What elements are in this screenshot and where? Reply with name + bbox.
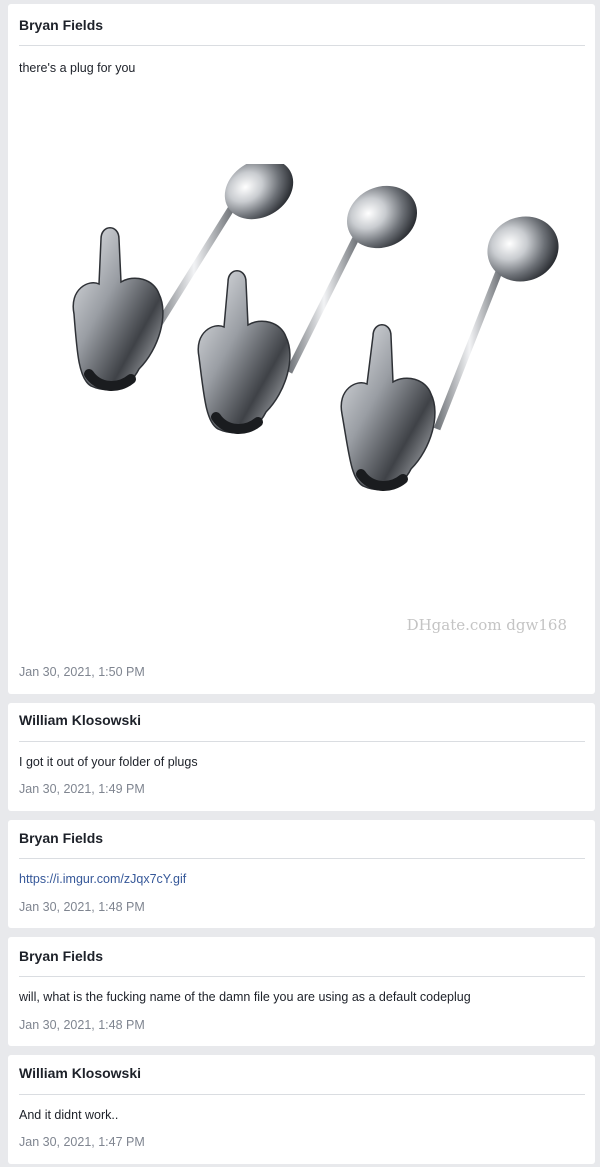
message-card: William Klosowski I got it out of your f… bbox=[8, 703, 595, 811]
image-watermark: DHgate.com dgw168 bbox=[406, 616, 567, 634]
author-name[interactable]: William Klosowski bbox=[19, 712, 141, 728]
message-link[interactable]: https://i.imgur.com/zJqx7cY.gif bbox=[19, 872, 186, 887]
plug-product-photo bbox=[72, 158, 559, 491]
message-text: I got it out of your folder of plugs bbox=[19, 755, 198, 769]
message-text: there's a plug for you bbox=[19, 61, 136, 75]
divider bbox=[19, 858, 585, 859]
divider bbox=[19, 45, 585, 46]
attached-image[interactable]: DHgate.com dgw168 bbox=[19, 158, 585, 634]
message-feed: Bryan Fields there's a plug for you DHga… bbox=[0, 0, 600, 1167]
timestamp: Jan 30, 2021, 1:48 PM bbox=[19, 1018, 145, 1032]
message-card: Bryan Fields https://i.imgur.com/zJqx7cY… bbox=[8, 820, 595, 928]
message-text: And it didnt work.. bbox=[19, 1108, 119, 1122]
plug-3 bbox=[340, 216, 559, 491]
divider bbox=[19, 1094, 585, 1095]
timestamp: Jan 30, 2021, 1:49 PM bbox=[19, 782, 145, 796]
message-card: William Klosowski And it didnt work.. Ja… bbox=[8, 1055, 595, 1164]
author-name[interactable]: William Klosowski bbox=[19, 1065, 141, 1081]
timestamp: Jan 30, 2021, 1:48 PM bbox=[19, 900, 145, 914]
author-name[interactable]: Bryan Fields bbox=[19, 17, 103, 33]
timestamp: Jan 30, 2021, 1:47 PM bbox=[19, 1135, 145, 1149]
author-name[interactable]: Bryan Fields bbox=[19, 948, 103, 964]
message-text: will, what is the fucking name of the da… bbox=[19, 990, 471, 1004]
message-card: Bryan Fields there's a plug for you DHga… bbox=[8, 4, 595, 694]
message-card: Bryan Fields will, what is the fucking n… bbox=[8, 937, 595, 1046]
timestamp: Jan 30, 2021, 1:50 PM bbox=[19, 665, 145, 679]
divider bbox=[19, 741, 585, 742]
divider bbox=[19, 976, 585, 977]
author-name[interactable]: Bryan Fields bbox=[19, 830, 103, 846]
